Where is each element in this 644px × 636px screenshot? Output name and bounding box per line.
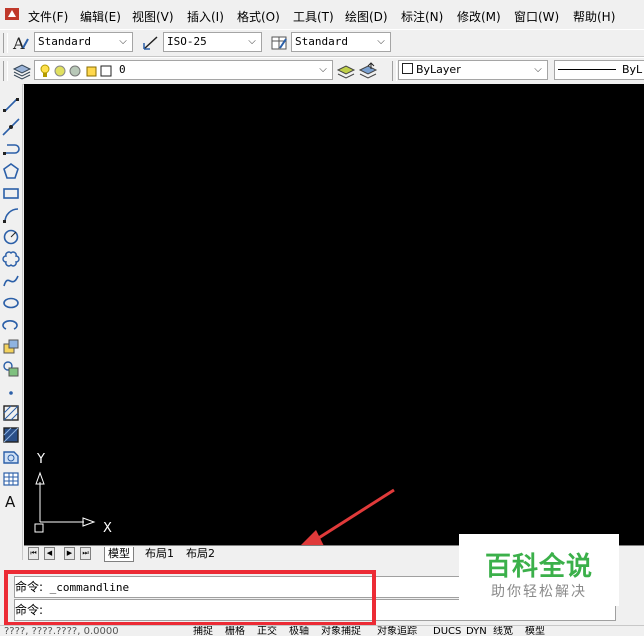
layers-toolbar: 0 ⌵ ByLayer ⌵ ByL — [0, 57, 644, 85]
chevron-down-icon: ⌵ — [248, 36, 256, 47]
text-style-icon[interactable]: A — [11, 33, 31, 53]
make-object-layer-current-icon[interactable] — [336, 61, 356, 81]
rectangle-icon[interactable] — [2, 184, 20, 202]
chevron-down-icon: ⌵ — [534, 64, 542, 75]
menu-format[interactable]: 格式(O) — [237, 8, 280, 25]
layer-state-icons — [40, 64, 112, 77]
ucs-icon — [34, 471, 395, 545]
color-select[interactable]: ByLayer ⌵ — [398, 60, 548, 80]
linetype-preview — [558, 69, 616, 70]
toolbar-grip[interactable] — [3, 61, 8, 81]
text-style-select[interactable]: Standard ⌵ — [34, 32, 133, 52]
revision-cloud-icon[interactable] — [2, 250, 20, 268]
arc-icon[interactable] — [2, 206, 20, 224]
table-style-icon[interactable] — [269, 33, 289, 53]
menu-view[interactable]: 视图(V) — [132, 8, 174, 25]
color-swatch — [402, 63, 413, 74]
chevron-down-icon: ⌵ — [119, 36, 127, 47]
tab-model[interactable]: 模型 — [104, 547, 134, 562]
drawing-canvas[interactable]: Y X — [24, 84, 644, 545]
menu-modify[interactable]: 修改(M) — [457, 8, 501, 25]
last-tab-button[interactable]: ⏭ — [80, 547, 91, 560]
ucs-x-label: X — [103, 521, 112, 536]
status-bar: ????, ????.????, 0.0000 捕捉 栅格 正交 极轴 对象捕捉… — [0, 625, 644, 636]
insert-block-icon[interactable] — [2, 338, 20, 356]
layer-select[interactable]: 0 ⌵ — [34, 60, 333, 80]
styles-toolbar: A Standard ⌵ ISO-25 ⌵ Standard ⌵ — [0, 29, 644, 57]
linetype-select[interactable]: ByL — [554, 60, 644, 80]
hatch-icon[interactable] — [2, 404, 20, 422]
watermark-subtitle: 助你轻松解决 — [491, 584, 587, 600]
first-tab-button[interactable]: ⏮ — [28, 547, 39, 560]
line-icon[interactable] — [2, 96, 20, 114]
gradient-icon[interactable] — [2, 426, 20, 444]
ucs-y-label: Y — [37, 452, 45, 467]
circle-icon[interactable] — [2, 228, 20, 246]
spline-icon[interactable] — [2, 272, 20, 290]
multiline-text-icon[interactable]: A — [2, 492, 20, 510]
dim-style-select[interactable]: ISO-25 ⌵ — [163, 32, 262, 52]
prev-tab-button[interactable]: ◀ — [44, 547, 55, 560]
menu-help[interactable]: 帮助(H) — [573, 8, 615, 25]
point-icon[interactable] — [2, 382, 20, 400]
draw-toolbar: A — [0, 84, 23, 560]
watermark: 百科全说 助你轻松解决 — [459, 534, 619, 606]
watermark-title: 百科全说 — [484, 552, 593, 582]
polyline-icon[interactable] — [2, 140, 20, 158]
menu-draw[interactable]: 绘图(D) — [345, 8, 388, 25]
command-line-highlight-box — [4, 570, 376, 626]
dim-style-icon[interactable] — [141, 33, 161, 53]
tab-layout1[interactable]: 布局1 — [142, 547, 177, 561]
next-tab-button[interactable]: ▶ — [64, 547, 75, 560]
make-block-icon[interactable] — [2, 360, 20, 378]
tab-layout2[interactable]: 布局2 — [183, 547, 218, 561]
table-style-select[interactable]: Standard ⌵ — [291, 32, 391, 52]
menu-bar: 文件(F) 编辑(E) 视图(V) 插入(I) 格式(O) 工具(T) 绘图(D… — [0, 0, 644, 30]
table-icon[interactable] — [2, 470, 20, 488]
menu-insert[interactable]: 插入(I) — [187, 8, 224, 25]
menu-window[interactable]: 窗口(W) — [514, 8, 559, 25]
chevron-down-icon: ⌵ — [319, 64, 327, 75]
svg-text:A: A — [5, 493, 16, 510]
layer-manager-icon[interactable] — [12, 61, 32, 81]
layer-previous-icon[interactable] — [358, 61, 378, 81]
toolbar-grip[interactable] — [3, 33, 8, 53]
svg-text:A: A — [12, 34, 25, 53]
region-icon[interactable] — [2, 448, 20, 466]
toolbar-grip[interactable] — [392, 61, 397, 81]
ellipse-icon[interactable] — [2, 294, 20, 312]
ellipse-arc-icon[interactable] — [2, 316, 20, 334]
menu-edit[interactable]: 编辑(E) — [80, 8, 121, 25]
construction-line-icon[interactable] — [2, 118, 20, 136]
menu-file[interactable]: 文件(F) — [28, 8, 68, 25]
app-logo-icon — [5, 8, 19, 20]
polygon-icon[interactable] — [2, 162, 20, 180]
chevron-down-icon: ⌵ — [377, 36, 385, 47]
current-layer-name: 0 — [119, 63, 126, 76]
menu-tools[interactable]: 工具(T) — [293, 8, 334, 25]
menu-dimension[interactable]: 标注(N) — [401, 8, 443, 25]
